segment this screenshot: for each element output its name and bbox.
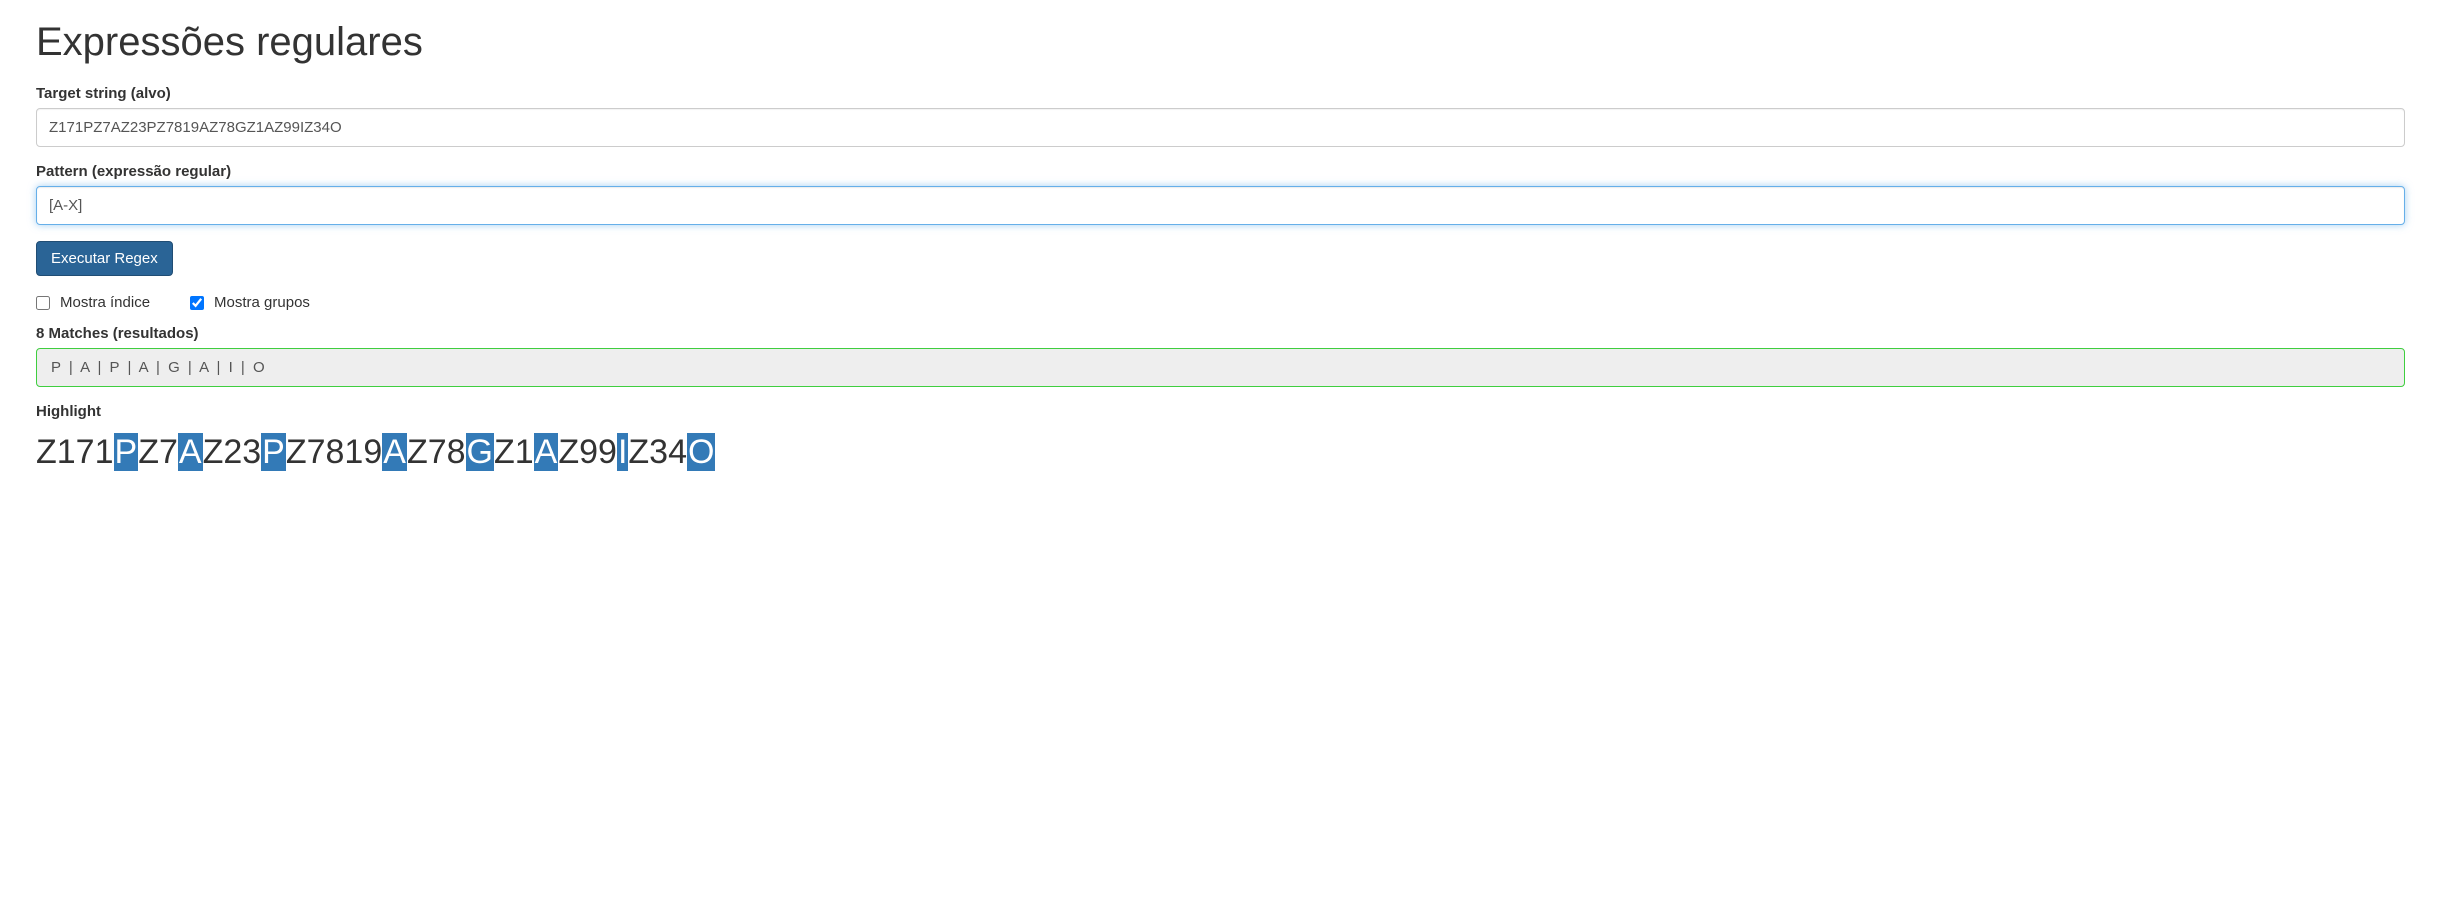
highlight-match: A bbox=[178, 433, 203, 471]
highlight-plain: Z23 bbox=[203, 433, 262, 471]
highlight-match: A bbox=[534, 433, 559, 471]
pattern-label: Pattern (expressão regular) bbox=[36, 163, 2405, 180]
execute-button[interactable]: Executar Regex bbox=[36, 241, 173, 276]
show-groups-option[interactable]: Mostra grupos bbox=[190, 294, 310, 311]
results-label: 8 Matches (resultados) bbox=[36, 325, 2405, 342]
highlight-match: G bbox=[466, 433, 494, 471]
highlight-match: O bbox=[687, 433, 715, 471]
show-index-label: Mostra índice bbox=[60, 294, 150, 311]
target-label: Target string (alvo) bbox=[36, 85, 2405, 102]
highlight-text: Z171PZ7AZ23PZ7819AZ78GZ1AZ99IZ34O bbox=[36, 430, 2405, 474]
target-input[interactable] bbox=[36, 108, 2405, 147]
pattern-input[interactable] bbox=[36, 186, 2405, 225]
highlight-plain: Z34 bbox=[628, 433, 687, 471]
results-box: P | A | P | A | G | A | I | O bbox=[36, 348, 2405, 387]
highlight-label: Highlight bbox=[36, 403, 2405, 420]
highlight-match: P bbox=[261, 433, 286, 471]
highlight-plain: Z171 bbox=[36, 433, 114, 471]
highlight-plain: Z7819 bbox=[286, 433, 382, 471]
page-title: Expressões regulares bbox=[36, 20, 2405, 65]
highlight-match: I bbox=[617, 433, 628, 471]
highlight-match: P bbox=[114, 433, 139, 471]
show-groups-label: Mostra grupos bbox=[214, 294, 310, 311]
highlight-plain: Z1 bbox=[494, 433, 534, 471]
show-index-option[interactable]: Mostra índice bbox=[36, 294, 150, 311]
highlight-plain: Z7 bbox=[138, 433, 178, 471]
highlight-match: A bbox=[382, 433, 407, 471]
highlight-plain: Z78 bbox=[407, 433, 466, 471]
show-index-checkbox[interactable] bbox=[36, 296, 50, 310]
show-groups-checkbox[interactable] bbox=[190, 296, 204, 310]
highlight-plain: Z99 bbox=[558, 433, 617, 471]
